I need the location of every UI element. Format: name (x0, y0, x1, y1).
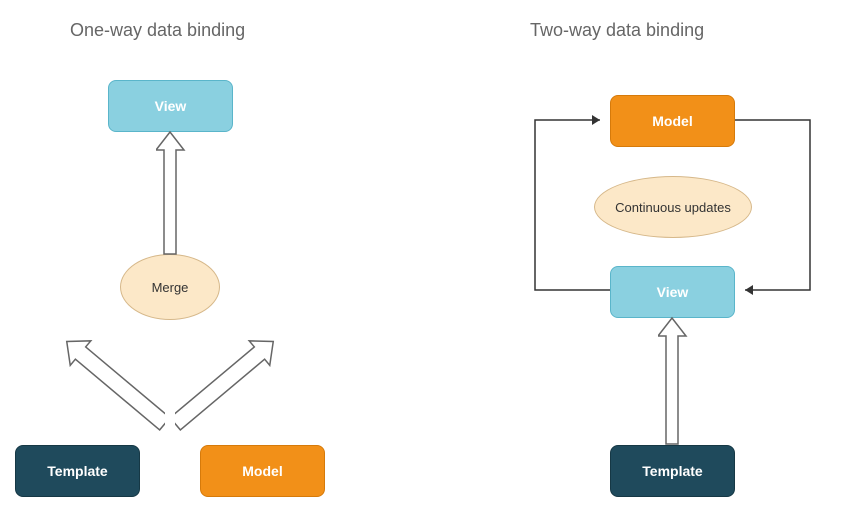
right-template-box: Template (610, 445, 735, 497)
left-merge-label: Merge (152, 280, 189, 295)
arrow-template-to-merge (65, 315, 165, 450)
right-template-label: Template (642, 463, 702, 479)
right-updates-label: Continuous updates (615, 200, 731, 215)
right-model-box: Model (610, 95, 735, 147)
arrow-template-to-view (658, 316, 688, 446)
left-model-box: Model (200, 445, 325, 497)
left-title: One-way data binding (70, 20, 245, 41)
right-view-label: View (657, 284, 689, 300)
left-view-label: View (155, 98, 187, 114)
arrow-model-to-merge (175, 315, 275, 450)
arrow-merge-to-view (156, 130, 186, 256)
diagram-root: One-way data binding View Merge Template… (0, 0, 850, 530)
left-template-label: Template (47, 463, 107, 479)
left-model-label: Model (242, 463, 282, 479)
right-view-box: View (610, 266, 735, 318)
left-merge-ellipse: Merge (120, 254, 220, 320)
left-template-box: Template (15, 445, 140, 497)
right-title: Two-way data binding (530, 20, 704, 41)
right-model-label: Model (652, 113, 692, 129)
left-view-box: View (108, 80, 233, 132)
right-updates-ellipse: Continuous updates (594, 176, 752, 238)
